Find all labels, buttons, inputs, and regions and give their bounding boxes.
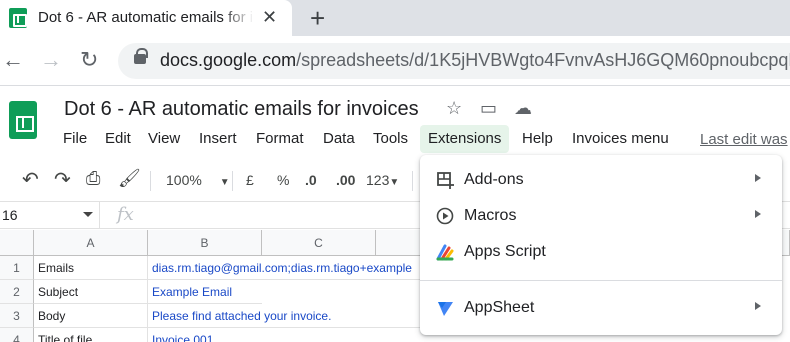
menu-file[interactable]: File [55,125,95,153]
number-format-select[interactable]: 123▼ [366,172,399,188]
row-header[interactable]: 1 [0,256,34,280]
menu-divider [420,280,782,281]
row-header[interactable]: 3 [0,304,34,328]
cloud-status-icon[interactable]: ☁ [514,98,532,119]
row-header[interactable]: 2 [0,280,34,304]
submenu-arrow-icon [755,210,761,218]
cell-b2[interactable]: Example Email [148,280,262,304]
menu-item-label: Add-ons [464,171,524,188]
menu-item-appsheet[interactable]: AppSheet [420,290,782,326]
select-all-corner[interactable] [0,230,34,256]
cell-a3[interactable]: Body [34,304,148,328]
menu-help[interactable]: Help [514,125,561,153]
macros-icon [436,207,454,225]
tab-title: Dot 6 - AR automatic emails for invoices [38,9,252,26]
menu-insert[interactable]: Insert [191,125,245,153]
close-tab-icon[interactable]: ✕ [262,7,277,28]
column-header-b[interactable]: B [148,230,262,256]
menu-invoices[interactable]: Invoices menu [564,125,677,153]
cell-a1[interactable]: Emails [34,256,148,280]
menu-item-label: AppSheet [464,299,535,316]
undo-icon[interactable]: ↶ [22,167,39,192]
chevron-down-icon [83,212,93,217]
browser-tab[interactable]: Dot 6 - AR automatic emails for invoices… [0,0,292,36]
cell-b1[interactable]: dias.rm.tiago@gmail.com;dias.rm.tiago+ex… [148,256,420,280]
print-icon[interactable]: ⎙ [86,168,100,189]
forward-arrow-icon[interactable]: → [40,47,62,73]
browser-toolbar: ← → ↻ docs.google.com/spreadsheets/d/1K5… [0,36,790,86]
menu-item-apps-script[interactable]: Apps Script [420,234,782,270]
increase-decimal-button[interactable]: .00 [336,172,355,188]
row-header[interactable]: 4 [0,328,34,342]
decrease-decimal-button[interactable]: .0 [305,172,317,188]
add-ons-icon [437,172,454,189]
menu-extensions[interactable]: Extensions [420,125,510,153]
cell-b3[interactable]: Please find attached your invoice. [148,304,420,328]
url-text: docs.google.com/spreadsheets/d/1K5jHVBWg… [160,50,790,70]
cell-a4[interactable]: Title of file [34,328,148,342]
submenu-arrow-icon [755,302,761,310]
menu-data[interactable]: Data [315,125,363,153]
new-tab-button[interactable]: + [310,3,325,34]
chevron-down-icon: ▼ [389,177,400,188]
chevron-down-icon: ▼ [219,177,230,188]
menu-format[interactable]: Format [248,125,312,153]
menu-item-label: Macros [464,207,517,224]
star-icon[interactable]: ☆ [446,98,462,119]
menu-edit[interactable]: Edit [97,125,139,153]
menu-item-label: Apps Script [464,243,546,260]
cell-b4[interactable]: Invoice 001 [148,328,262,342]
menu-view[interactable]: View [140,125,188,153]
menu-item-macros[interactable]: Macros [420,198,782,234]
sheets-favicon-icon [9,8,27,28]
fx-icon: fx [117,204,134,225]
address-bar[interactable]: docs.google.com/spreadsheets/d/1K5jHVBWg… [118,43,790,79]
column-header-c[interactable]: C [262,230,376,256]
lock-icon[interactable] [134,48,148,64]
redo-icon[interactable]: ↷ [54,167,71,192]
appsheet-icon [438,302,453,316]
cell-a2[interactable]: Subject [34,280,148,304]
document-title[interactable]: Dot 6 - AR automatic emails for invoices [64,98,419,121]
currency-format-button[interactable]: £ [246,172,254,188]
name-box[interactable]: 16 [0,202,100,228]
percent-format-button[interactable]: % [277,172,289,188]
back-arrow-icon[interactable]: ← [2,47,24,73]
menu-tools[interactable]: Tools [365,125,416,153]
sheets-logo-icon[interactable] [9,101,37,139]
move-folder-icon[interactable]: ▭ [480,98,497,119]
menu-item-add-ons[interactable]: Add-ons [420,162,782,198]
extensions-dropdown: Add-ons Macros Apps Script AppSheet [420,155,782,335]
submenu-arrow-icon [755,174,761,182]
last-edit-link[interactable]: Last edit was [700,131,788,148]
zoom-select[interactable]: 100% ▼ [166,172,230,188]
paint-format-icon[interactable]: 🖌 [118,168,141,189]
apps-script-icon [436,244,454,261]
column-header-a[interactable]: A [34,230,148,256]
reload-icon[interactable]: ↻ [80,47,98,73]
browser-tab-strip: Dot 6 - AR automatic emails for invoices… [0,0,790,36]
